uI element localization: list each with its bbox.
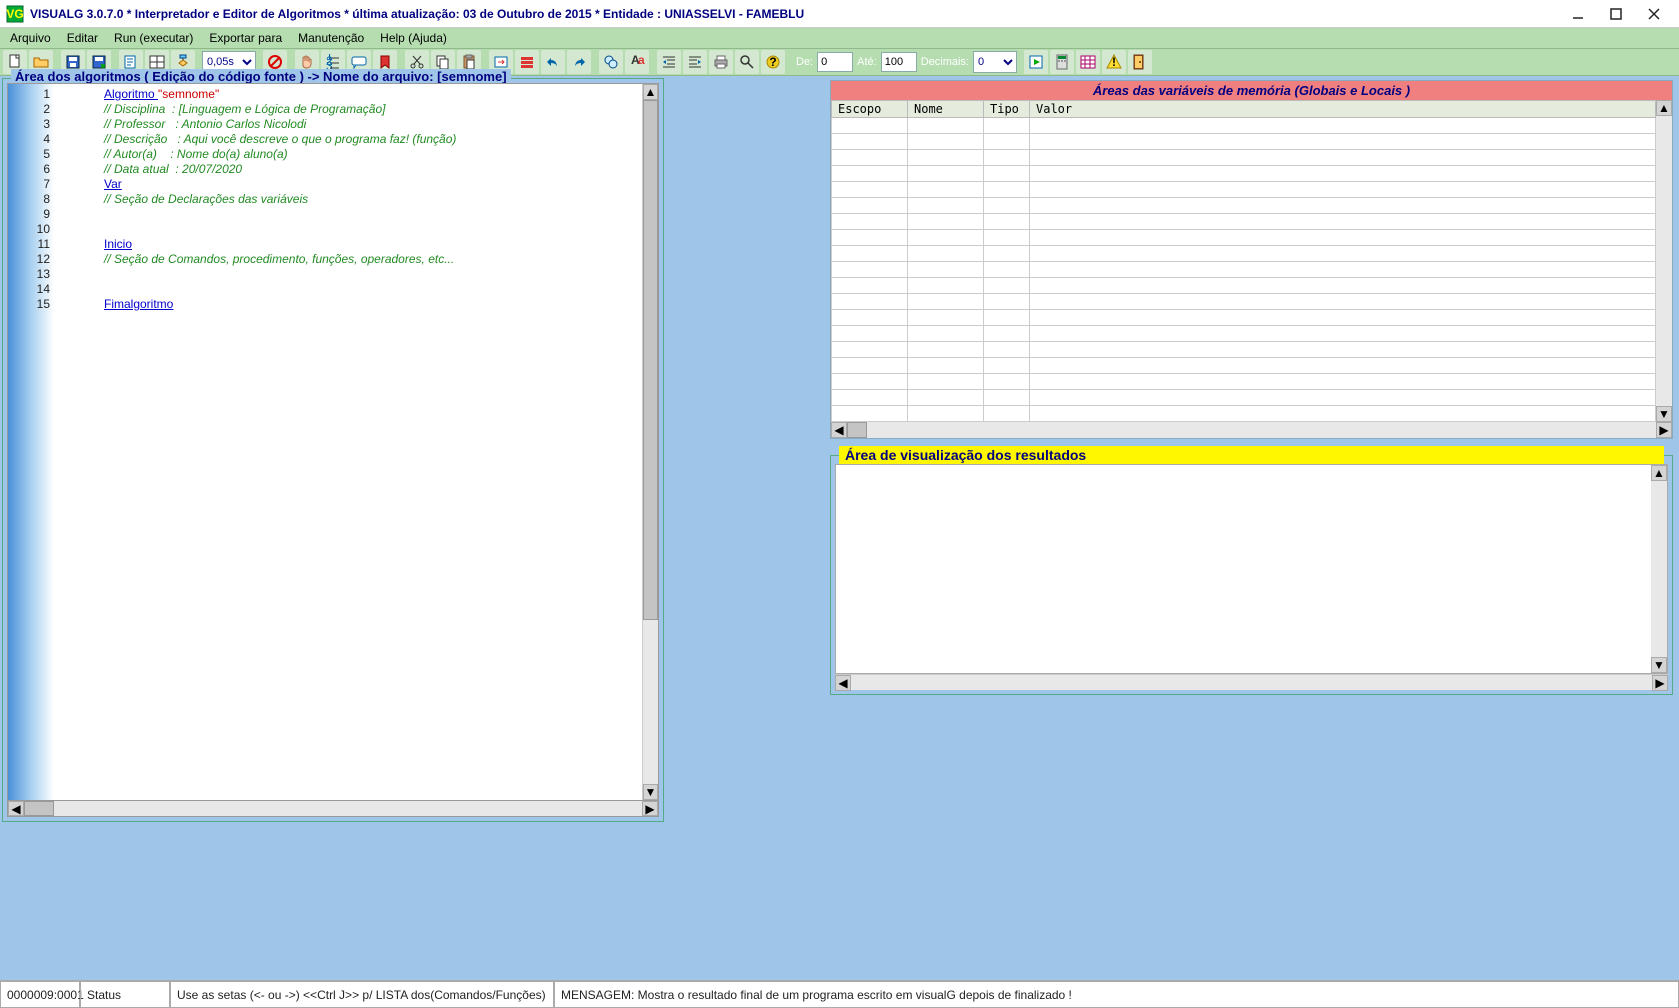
status-message: MENSAGEM: Mostra o resultado final de um… — [554, 981, 1679, 1008]
table-row[interactable] — [832, 342, 1656, 358]
table-row[interactable] — [832, 294, 1656, 310]
titlebar: VG VISUALG 3.0.7.0 * Interpretador e Edi… — [0, 0, 1679, 28]
main-body: Área dos algoritmos ( Edição do código f… — [0, 76, 1679, 980]
status-state: Status — [80, 981, 170, 1008]
variables-panel-title: Áreas das variáveis de memória (Globais … — [831, 81, 1672, 100]
de-input[interactable] — [817, 52, 853, 72]
scroll-up-icon[interactable]: ▲ — [643, 84, 658, 100]
window-title: VISUALG 3.0.7.0 * Interpretador e Editor… — [30, 7, 1559, 21]
print-icon[interactable] — [709, 50, 733, 74]
decimais-label: Decimais: — [917, 56, 973, 68]
table-row[interactable] — [832, 358, 1656, 374]
scroll-right-icon[interactable]: ▶ — [1656, 422, 1672, 438]
calculator-icon[interactable] — [1050, 50, 1074, 74]
scroll-left-icon[interactable]: ◀ — [8, 801, 24, 816]
col-tipo[interactable]: Tipo — [984, 101, 1030, 118]
scroll-left-icon[interactable]: ◀ — [835, 675, 851, 691]
results-vscrollbar[interactable]: ▲ ▼ — [1651, 465, 1667, 673]
menubar: Arquivo Editar Run (executar) Exportar p… — [0, 28, 1679, 48]
breakpoint-icon[interactable] — [515, 50, 539, 74]
zoom-icon[interactable] — [735, 50, 759, 74]
variables-table[interactable]: Escopo Nome Tipo Valor — [831, 100, 1656, 422]
menu-manutencao[interactable]: Manutenção — [290, 29, 372, 47]
scroll-up-icon[interactable]: ▲ — [1656, 100, 1672, 116]
svg-text:VG: VG — [6, 7, 23, 21]
table-row[interactable] — [832, 134, 1656, 150]
scroll-down-icon[interactable]: ▼ — [643, 784, 658, 800]
minimize-button[interactable] — [1559, 3, 1597, 25]
table-row[interactable] — [832, 150, 1656, 166]
svg-text:!: ! — [1112, 55, 1116, 69]
exit-icon[interactable] — [1128, 50, 1152, 74]
app-icon: VG — [6, 5, 24, 23]
table-row[interactable] — [832, 166, 1656, 182]
scroll-up-icon[interactable]: ▲ — [1651, 465, 1667, 481]
undo-icon[interactable] — [541, 50, 565, 74]
replace-icon[interactable]: Aa — [625, 50, 649, 74]
menu-help[interactable]: Help (Ajuda) — [372, 29, 455, 47]
indent-left-icon[interactable] — [657, 50, 681, 74]
table-row[interactable] — [832, 246, 1656, 262]
editor-vscrollbar[interactable]: ▲ ▼ — [642, 84, 658, 800]
close-button[interactable] — [1635, 3, 1673, 25]
decimais-select[interactable]: 0 — [973, 51, 1017, 73]
scroll-right-icon[interactable]: ▶ — [642, 801, 658, 816]
results-panel: Área de visualização dos resultados ▲ ▼ … — [830, 455, 1673, 695]
results-panel-title: Área de visualização dos resultados — [839, 446, 1664, 464]
col-nome[interactable]: Nome — [908, 101, 984, 118]
editor-hscrollbar[interactable]: ◀ ▶ — [7, 801, 659, 817]
redo-icon[interactable] — [567, 50, 591, 74]
indent-right-icon[interactable] — [683, 50, 707, 74]
status-position: 0000009:0001 — [0, 981, 80, 1008]
code-text[interactable]: Algoritmo "semnome"// Disciplina : [Ling… — [100, 84, 642, 800]
ate-input[interactable] — [881, 52, 917, 72]
code-editor[interactable]: 123456789101112131415 Algoritmo "semnome… — [7, 83, 659, 801]
menu-run[interactable]: Run (executar) — [106, 29, 201, 47]
table-row[interactable] — [832, 406, 1656, 422]
svg-text:?: ? — [769, 55, 776, 69]
find-icon[interactable] — [599, 50, 623, 74]
table-row[interactable] — [832, 214, 1656, 230]
table-row[interactable] — [832, 182, 1656, 198]
de-label: De: — [792, 56, 817, 68]
statusbar: 0000009:0001 Status Use as setas (<- ou … — [0, 980, 1679, 1008]
results-output[interactable] — [836, 465, 1651, 673]
svg-text:a: a — [638, 54, 645, 67]
table-icon[interactable] — [1076, 50, 1100, 74]
warning-icon[interactable]: ! — [1102, 50, 1126, 74]
scroll-right-icon[interactable]: ▶ — [1652, 675, 1668, 691]
maximize-button[interactable] — [1597, 3, 1635, 25]
table-row[interactable] — [832, 310, 1656, 326]
line-gutter: 123456789101112131415 — [8, 84, 54, 315]
scroll-down-icon[interactable]: ▼ — [1656, 406, 1672, 422]
menu-arquivo[interactable]: Arquivo — [2, 29, 59, 47]
scroll-left-icon[interactable]: ◀ — [831, 422, 847, 438]
scroll-down-icon[interactable]: ▼ — [1651, 657, 1667, 673]
status-hint: Use as setas (<- ou ->) <<Ctrl J>> p/ LI… — [170, 981, 554, 1008]
table-row[interactable] — [832, 262, 1656, 278]
table-row[interactable] — [832, 326, 1656, 342]
col-valor[interactable]: Valor — [1030, 101, 1656, 118]
table-row[interactable] — [832, 374, 1656, 390]
table-row[interactable] — [832, 198, 1656, 214]
help-icon[interactable]: ? — [761, 50, 785, 74]
table-row[interactable] — [832, 278, 1656, 294]
menu-editar[interactable]: Editar — [59, 29, 106, 47]
results-hscrollbar[interactable]: ◀ ▶ — [835, 674, 1668, 690]
ate-label: Até: — [853, 56, 881, 68]
menu-exportar[interactable]: Exportar para — [201, 29, 290, 47]
variables-hscrollbar[interactable]: ◀ ▶ — [831, 422, 1672, 438]
table-row[interactable] — [832, 230, 1656, 246]
col-escopo[interactable]: Escopo — [832, 101, 908, 118]
variables-vscrollbar[interactable]: ▲ ▼ — [1656, 100, 1672, 422]
run-icon[interactable] — [1024, 50, 1048, 74]
code-panel-title: Área dos algoritmos ( Edição do código f… — [11, 69, 511, 84]
table-row[interactable] — [832, 118, 1656, 134]
table-row[interactable] — [832, 390, 1656, 406]
variables-panel: Áreas das variáveis de memória (Globais … — [830, 80, 1673, 439]
